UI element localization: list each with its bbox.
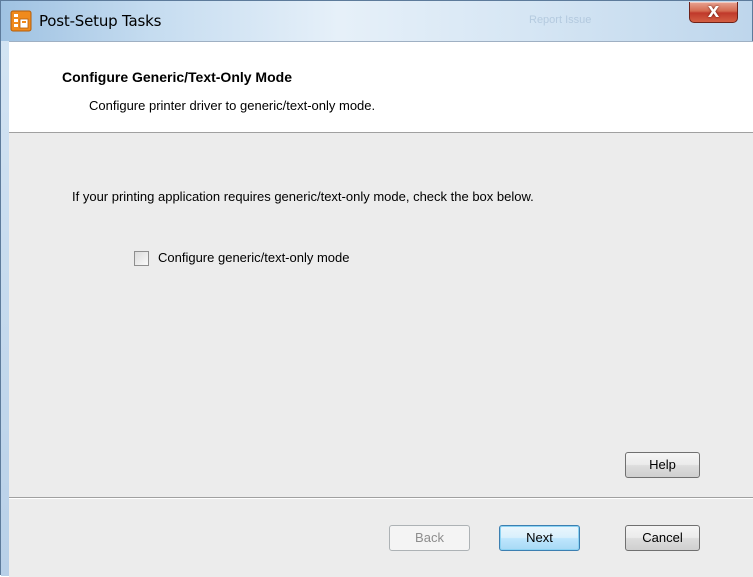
window-title: Post-Setup Tasks xyxy=(39,12,162,30)
title-ghost-text: Report Issue xyxy=(529,14,592,26)
title-bar[interactable]: Post-Setup Tasks Report Issue X xyxy=(1,1,752,41)
setup-tasks-icon xyxy=(10,10,32,32)
generic-mode-checkbox-label[interactable]: Configure generic/text-only mode xyxy=(158,250,350,265)
window-frame-edge xyxy=(1,41,9,576)
close-icon: X xyxy=(707,3,720,21)
instruction-text: If your printing application requires ge… xyxy=(72,189,534,204)
back-button[interactable]: Back xyxy=(389,525,470,551)
dialog-window: Post-Setup Tasks Report Issue X Configur… xyxy=(0,0,753,577)
help-button[interactable]: Help xyxy=(625,452,700,478)
next-button[interactable]: Next xyxy=(499,525,580,551)
page-title: Configure Generic/Text-Only Mode xyxy=(62,69,292,85)
dialog-client-area: Configure Generic/Text-Only Mode Configu… xyxy=(9,41,753,577)
page-subtitle: Configure printer driver to generic/text… xyxy=(89,98,376,113)
close-button[interactable]: X xyxy=(689,2,738,23)
generic-mode-checkbox[interactable] xyxy=(134,251,149,266)
cancel-button[interactable]: Cancel xyxy=(625,525,700,551)
footer-separator xyxy=(9,497,753,499)
wizard-header: Configure Generic/Text-Only Mode Configu… xyxy=(9,42,753,133)
